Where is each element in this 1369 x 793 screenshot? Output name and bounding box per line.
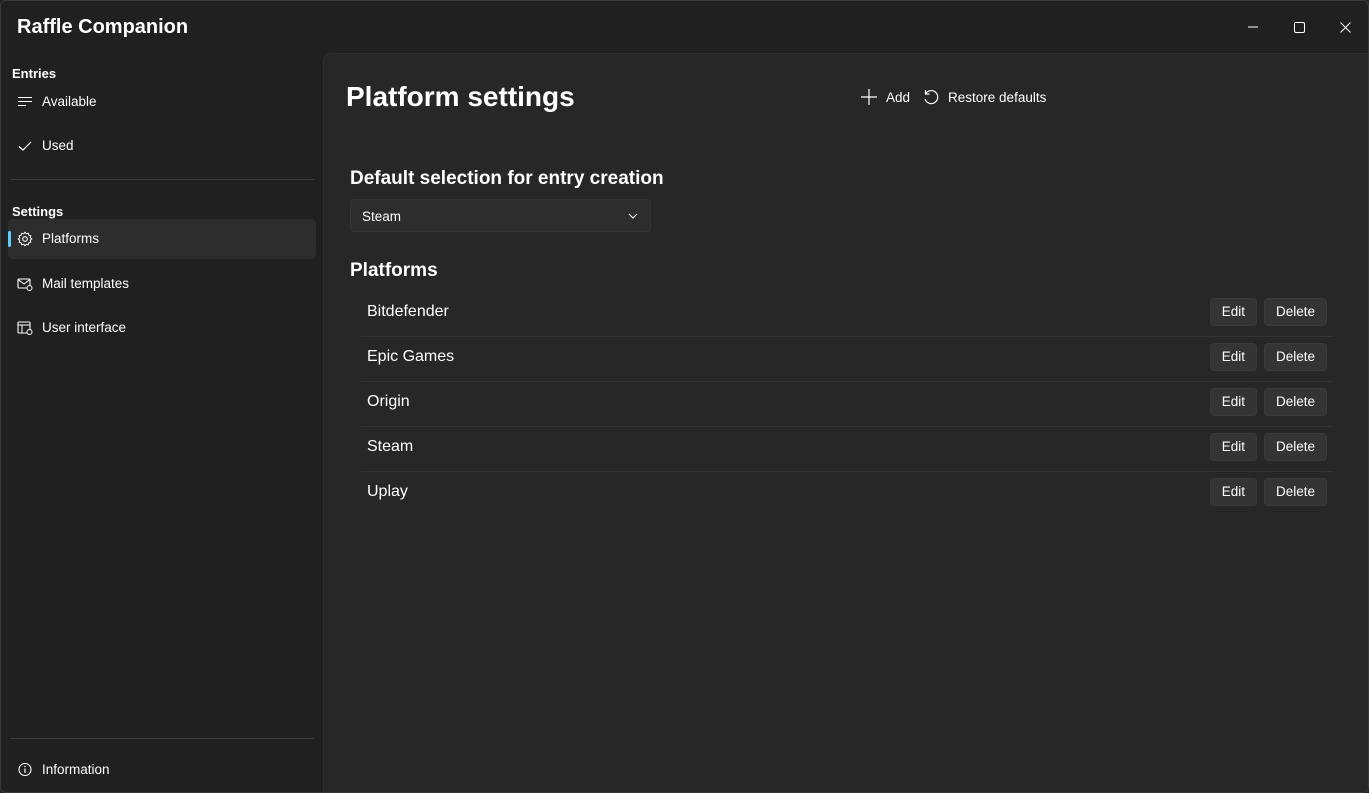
default-platform-combobox[interactable]: Steam [350, 199, 651, 232]
nav-item-mail-templates[interactable]: Mail templates [8, 264, 316, 304]
restore-defaults-button[interactable]: Restore defaults [922, 86, 1046, 108]
close-button[interactable] [1322, 1, 1368, 53]
platform-row: Origin Edit Delete [361, 382, 1333, 427]
plus-icon [861, 89, 877, 105]
maximize-button[interactable] [1276, 1, 1322, 53]
command-bar: Add Restore defaults [860, 86, 1058, 108]
platform-row: Steam Edit Delete [361, 427, 1333, 472]
platform-name: Origin [367, 393, 410, 410]
navigation-sidebar: Entries Available Used Settings Platform… [1, 53, 322, 792]
restore-icon [924, 90, 939, 105]
window-settings-icon [17, 320, 33, 336]
platform-name: Uplay [367, 483, 408, 500]
delete-button[interactable]: Delete [1263, 388, 1327, 416]
window-controls [1230, 1, 1368, 53]
entries-section-header: Entries [12, 66, 57, 81]
edit-button[interactable]: Edit [1209, 343, 1257, 371]
delete-button[interactable]: Delete [1263, 433, 1327, 461]
platform-row: Epic Games Edit Delete [361, 337, 1333, 382]
checkmark-icon [17, 138, 33, 154]
info-icon [17, 762, 33, 778]
add-button[interactable]: Add [860, 86, 910, 108]
chevron-down-icon [628, 213, 638, 219]
app-window: Raffle Companion Entries Available Used … [0, 0, 1369, 793]
platform-list: Bitdefender Edit Delete Epic Games Edit … [361, 292, 1333, 517]
nav-item-label: Information [42, 762, 110, 777]
nav-item-label: Available [42, 94, 97, 109]
settings-section-header: Settings [12, 204, 64, 219]
app-title: Raffle Companion [17, 16, 189, 38]
restore-defaults-label: Restore defaults [948, 89, 1047, 105]
edit-button[interactable]: Edit [1209, 298, 1257, 326]
platform-name: Epic Games [367, 348, 455, 365]
edit-button[interactable]: Edit [1209, 433, 1257, 461]
gear-icon [17, 231, 33, 247]
maximize-icon [1293, 21, 1305, 33]
delete-button[interactable]: Delete [1263, 298, 1327, 326]
selection-indicator [8, 231, 11, 247]
title-bar[interactable]: Raffle Companion [1, 1, 1368, 53]
platform-row: Bitdefender Edit Delete [361, 292, 1333, 337]
page-title: Platform settings [346, 81, 575, 112]
platform-name: Steam [367, 438, 414, 455]
minimize-icon [1248, 26, 1258, 28]
nav-item-label: User interface [42, 320, 127, 335]
nav-item-user-interface[interactable]: User interface [8, 308, 316, 348]
nav-item-label: Used [42, 138, 74, 153]
sidebar-footer-divider [10, 738, 314, 739]
nav-item-information[interactable]: Information [8, 750, 316, 790]
sidebar-divider [10, 179, 314, 180]
minimize-button[interactable] [1230, 1, 1276, 53]
mail-settings-icon [17, 276, 33, 292]
nav-item-label: Platforms [42, 231, 100, 246]
delete-button[interactable]: Delete [1263, 478, 1327, 506]
nav-item-available[interactable]: Available [8, 82, 316, 122]
combobox-value: Steam [362, 209, 402, 224]
edit-button[interactable]: Edit [1209, 478, 1257, 506]
nav-item-label: Mail templates [42, 276, 130, 291]
nav-item-platforms[interactable]: Platforms [8, 219, 316, 259]
delete-button[interactable]: Delete [1263, 343, 1327, 371]
list-icon [17, 94, 33, 110]
platform-row: Uplay Edit Delete [361, 472, 1333, 517]
add-button-label: Add [886, 89, 911, 105]
platform-name: Bitdefender [367, 303, 449, 320]
platforms-header: Platforms [350, 260, 438, 281]
edit-button[interactable]: Edit [1209, 388, 1257, 416]
default-selection-header: Default selection for entry creation [350, 168, 664, 189]
main-content: Platform settings Add Restore defaults D… [323, 53, 1368, 792]
nav-item-used[interactable]: Used [8, 126, 316, 166]
close-icon [1339, 21, 1351, 33]
